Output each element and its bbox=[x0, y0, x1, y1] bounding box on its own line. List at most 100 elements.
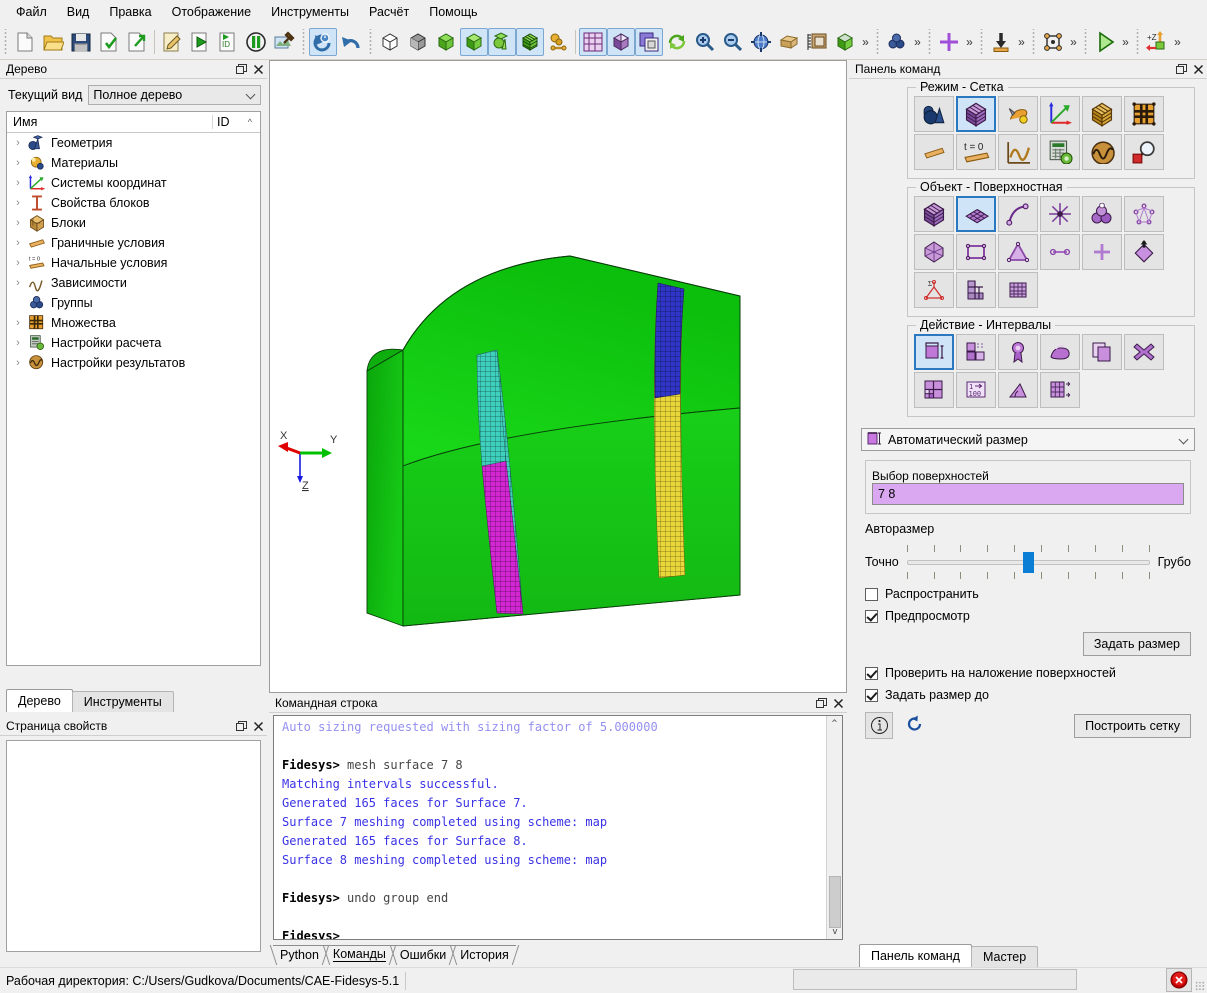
scroll-up-icon[interactable]: ^ bbox=[827, 716, 842, 731]
wedge-object-icon[interactable] bbox=[1124, 234, 1164, 270]
constraint-cross-icon[interactable] bbox=[935, 28, 963, 56]
close-icon[interactable] bbox=[1190, 61, 1207, 78]
console-tab-1[interactable]: Команды bbox=[325, 945, 393, 963]
renumber-action-icon[interactable]: 1 100 bbox=[956, 372, 996, 408]
close-icon[interactable] bbox=[250, 61, 267, 78]
delete-mesh-action-icon[interactable] bbox=[1124, 334, 1164, 370]
mesh-scale-action-icon[interactable] bbox=[1040, 372, 1080, 408]
chevron-right-icon[interactable]: › bbox=[13, 337, 23, 349]
tree-item-10[interactable]: › Настройки расчета bbox=[7, 333, 260, 353]
left-tab-tools[interactable]: Инструменты bbox=[71, 691, 174, 712]
tree-column-id[interactable]: ID ^ bbox=[212, 115, 260, 129]
chevron-right-icon[interactable]: › bbox=[13, 177, 23, 189]
boundary-conditions-mode-icon[interactable] bbox=[914, 134, 954, 170]
tree-item-6[interactable]: › t = 0 Начальные условия bbox=[7, 253, 260, 273]
grid-plane-icon[interactable] bbox=[579, 27, 607, 56]
composite-geometry-icon[interactable] bbox=[544, 28, 572, 56]
toolbar-grip[interactable] bbox=[2, 28, 9, 55]
scroll-thumb[interactable] bbox=[829, 876, 841, 928]
float-icon[interactable] bbox=[813, 695, 830, 712]
edge-object-icon[interactable] bbox=[1040, 234, 1080, 270]
z-axis-view-icon[interactable]: +Z bbox=[1143, 28, 1171, 56]
float-icon[interactable] bbox=[233, 718, 250, 735]
build-mesh-button[interactable]: Построить сетку bbox=[1074, 713, 1191, 738]
checkbox-checked-icon[interactable] bbox=[865, 688, 878, 702]
menu-правка[interactable]: Правка bbox=[99, 2, 161, 22]
menu-расчёт[interactable]: Расчёт bbox=[359, 2, 419, 22]
console-tab-0[interactable]: Python bbox=[273, 945, 326, 963]
propagate-checkbox[interactable]: Распространить bbox=[865, 587, 1207, 601]
toolbar-grip[interactable] bbox=[978, 28, 985, 55]
dependencies-mode-icon[interactable] bbox=[998, 134, 1038, 170]
quad-object-icon[interactable] bbox=[956, 234, 996, 270]
rotate-globe-icon[interactable] bbox=[747, 28, 775, 56]
layers-icon[interactable] bbox=[635, 27, 663, 56]
groups-icon[interactable] bbox=[883, 28, 911, 56]
mesh-cube-icon[interactable] bbox=[516, 27, 544, 56]
import-journal-icon[interactable] bbox=[95, 28, 123, 56]
resize-grip[interactable] bbox=[1195, 981, 1205, 991]
chevron-right-icon[interactable]: › bbox=[13, 277, 23, 289]
tree-item-5[interactable]: › Граничные условия bbox=[7, 233, 260, 253]
initial-conditions-mode-icon[interactable]: t = 0 bbox=[956, 134, 996, 170]
menu-вид[interactable]: Вид bbox=[57, 2, 100, 22]
checkbox-checked-icon[interactable] bbox=[865, 666, 878, 680]
property-page-content[interactable] bbox=[6, 740, 261, 952]
isometric-view-icon[interactable] bbox=[831, 28, 859, 56]
tree-item-4[interactable]: › Блоки bbox=[7, 213, 260, 233]
tree-item-3[interactable]: › Свойства блоков bbox=[7, 193, 260, 213]
mesh-entity-icon[interactable] bbox=[956, 272, 996, 308]
zoom-out-icon[interactable] bbox=[719, 28, 747, 56]
autosize-slider[interactable] bbox=[906, 545, 1150, 579]
chevron-right-icon[interactable]: › bbox=[13, 317, 23, 329]
undo-arrow-icon[interactable] bbox=[337, 28, 365, 56]
clip-cube-icon[interactable] bbox=[607, 27, 635, 56]
surface-selection-input[interactable]: 7 8 bbox=[872, 483, 1184, 505]
float-icon[interactable] bbox=[233, 61, 250, 78]
hidden-line-cube-icon[interactable] bbox=[404, 28, 432, 56]
skew-control-action-icon[interactable] bbox=[998, 372, 1038, 408]
run-solver-icon[interactable] bbox=[1091, 28, 1119, 56]
set-size-to-checkbox[interactable]: Задать размер до bbox=[865, 688, 1207, 702]
info-button[interactable] bbox=[865, 712, 893, 739]
refresh-icon[interactable] bbox=[663, 28, 691, 56]
export-journal-icon[interactable] bbox=[123, 28, 151, 56]
toolbar-grip[interactable] bbox=[926, 28, 933, 55]
save-floppy-icon[interactable] bbox=[67, 28, 95, 56]
results-mode-icon[interactable] bbox=[1082, 134, 1122, 170]
vertex-object-icon[interactable] bbox=[1040, 196, 1080, 232]
blocks-mode-icon[interactable] bbox=[1082, 96, 1122, 132]
smooth-shaded-cube-icon[interactable] bbox=[460, 27, 488, 56]
reset-undo-icon[interactable] bbox=[309, 27, 337, 56]
tree-item-1[interactable]: › Материалы bbox=[7, 153, 260, 173]
transparent-primitives-icon[interactable] bbox=[488, 27, 516, 56]
node-object-icon[interactable] bbox=[1082, 234, 1122, 270]
refine-action-icon[interactable] bbox=[914, 372, 954, 408]
chevron-right-icon[interactable]: › bbox=[13, 157, 23, 169]
geometry-mode-icon[interactable] bbox=[914, 96, 954, 132]
toolbar-overflow-button[interactable]: » bbox=[1067, 28, 1080, 56]
id-document-icon[interactable]: ID bbox=[214, 28, 242, 56]
pressure-load-icon[interactable] bbox=[987, 28, 1015, 56]
hex-object-icon[interactable] bbox=[914, 234, 954, 270]
size-mode-combo[interactable]: Автоматический размер bbox=[861, 428, 1195, 451]
calculation-settings-mode-icon[interactable] bbox=[1040, 134, 1080, 170]
check-overlap-checkbox[interactable]: Проверить на наложение поверхностей bbox=[865, 666, 1207, 680]
console-scrollbar[interactable]: ^ v bbox=[826, 716, 842, 939]
coordinate-system-mode-icon[interactable] bbox=[1040, 96, 1080, 132]
chevron-right-icon[interactable]: › bbox=[13, 257, 23, 269]
new-document-icon[interactable] bbox=[11, 28, 39, 56]
slider-handle[interactable] bbox=[1023, 552, 1035, 573]
copy-mesh-action-icon[interactable] bbox=[1082, 334, 1122, 370]
toolbar-overflow-button[interactable]: » bbox=[911, 28, 924, 56]
tree-item-8[interactable]: ›Группы bbox=[7, 293, 260, 313]
play-journal-icon[interactable] bbox=[186, 28, 214, 56]
model-tree[interactable]: Имя ID ^ › Геометрия › Материалы › Системы ко… bbox=[6, 111, 261, 666]
scroll-down-icon[interactable]: v bbox=[827, 924, 842, 939]
edit-journal-icon[interactable] bbox=[158, 28, 186, 56]
console-output[interactable]: Auto sizing requested with sizing factor… bbox=[273, 715, 843, 940]
tree-item-7[interactable]: › Зависимости bbox=[7, 273, 260, 293]
reset-button[interactable] bbox=[905, 714, 925, 737]
toolbar-grip[interactable] bbox=[300, 28, 307, 55]
chevron-right-icon[interactable]: › bbox=[13, 357, 23, 369]
